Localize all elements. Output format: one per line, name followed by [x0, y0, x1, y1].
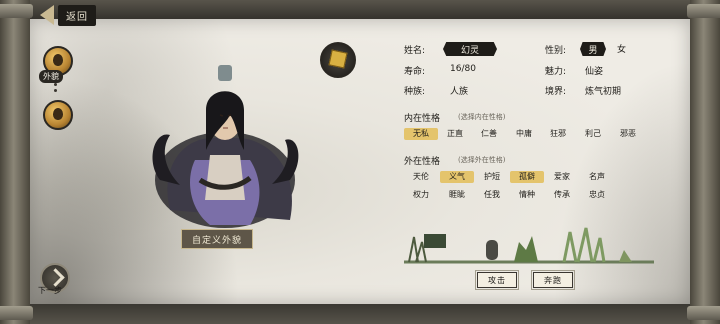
randomize-dice-button[interactable]	[320, 42, 356, 78]
frame-bottom	[0, 304, 720, 324]
character-portrait	[152, 65, 299, 228]
trait-option[interactable]: 护短	[475, 171, 509, 183]
trait-option[interactable]: 任我	[475, 189, 509, 201]
name-field[interactable]: 幻灵	[443, 42, 497, 56]
race-label: 种族:	[404, 87, 426, 97]
race-value: 人族	[450, 87, 469, 97]
portrait-face	[53, 108, 63, 120]
back-button[interactable]: 返回	[40, 4, 98, 26]
trait-option[interactable]: 义气	[440, 171, 474, 183]
lifespan-value: 16/80	[450, 64, 476, 74]
trait-option[interactable]: 无私	[404, 128, 438, 140]
portrait-icon[interactable]	[43, 100, 73, 130]
trait-option[interactable]: 爱家	[545, 171, 579, 183]
flee-button[interactable]: 奔跑	[531, 270, 575, 290]
scroll-pillar-right	[687, 0, 720, 324]
trait-option[interactable]: 天伦	[404, 171, 438, 183]
realm-label: 境界:	[545, 87, 567, 97]
trait-option[interactable]: 利己	[576, 128, 610, 140]
charm-value: 仙姿	[585, 67, 604, 77]
inner-personality-title: 内在性格	[404, 114, 441, 124]
battle-scene	[404, 227, 654, 264]
trait-option[interactable]: 中庸	[507, 128, 541, 140]
gender-female-option[interactable]: 女	[617, 42, 626, 55]
game-screen: 返回 外貌 下一步 自定义外貌 姓名: 幻灵 性别: 男 女 寿命: 16/80…	[0, 0, 720, 324]
custom-appearance-button[interactable]: 自定义外貌	[181, 229, 253, 249]
trait-option[interactable]: 邪恶	[611, 128, 645, 140]
realm-value: 炼气初期	[585, 87, 622, 97]
avatar-face	[53, 54, 63, 66]
scroll-pillar-left	[0, 0, 33, 324]
outer-personality-hint: (选择外在性格)	[458, 156, 506, 164]
trait-option[interactable]: 权力	[404, 189, 438, 201]
trait-option[interactable]: 传承	[545, 189, 579, 201]
name-label: 姓名:	[404, 46, 426, 56]
appearance-label: 外貌	[39, 70, 63, 83]
back-label: 返回	[58, 4, 96, 26]
lifespan-label: 寿命:	[404, 67, 426, 77]
outer-personality-title: 外在性格	[404, 157, 441, 167]
next-step-label: 下一步	[38, 286, 62, 295]
trait-option[interactable]: 睚眦	[440, 189, 474, 201]
attack-button[interactable]: 攻击	[475, 270, 519, 290]
trait-option[interactable]: 狂邪	[541, 128, 575, 140]
trait-option[interactable]: 情种	[510, 189, 544, 201]
trait-option[interactable]: 忠贞	[580, 189, 614, 201]
charm-label: 魅力:	[545, 67, 567, 77]
inner-personality-hint: (选择内在性格)	[458, 113, 506, 121]
dice-icon	[328, 49, 348, 69]
trait-option[interactable]: 正直	[438, 128, 472, 140]
back-arrow-icon	[40, 5, 54, 25]
dots-divider	[54, 83, 58, 95]
gender-male-option[interactable]: 男	[580, 42, 606, 56]
trait-option[interactable]: 名声	[580, 171, 614, 183]
gender-label: 性别:	[545, 46, 567, 56]
trait-option[interactable]: 仁善	[472, 128, 506, 140]
trait-option[interactable]: 孤僻	[510, 171, 544, 183]
